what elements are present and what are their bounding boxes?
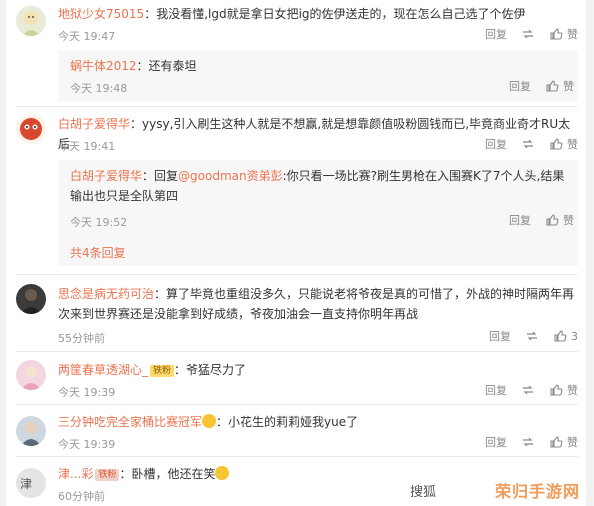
timestamp: 今天 19:52 [70, 216, 128, 229]
mention-link[interactable]: @goodman资弟彭 [178, 169, 283, 183]
reply-box: 白胡子爱得华：回复@goodman资弟彭:你只看一场比赛?刷生男枪在入围赛K了7… [58, 160, 578, 266]
comment-body: ：小花生的莉莉娅我yue了 [216, 415, 359, 429]
comment-list: 地狱少女75015：我没看懂,lgd就是拿日女把ig的佐伊送走的，现在怎么自己选… [6, 0, 586, 506]
like-button[interactable]: 赞 [545, 212, 574, 228]
like-button[interactable]: 赞 [549, 26, 578, 42]
like-button[interactable]: 赞 [549, 136, 578, 152]
reply-body: ：还有泰坦 [136, 59, 197, 73]
divider [16, 404, 578, 405]
avatar[interactable] [16, 360, 46, 390]
reply-button[interactable]: 回复 [489, 328, 511, 344]
comment-text: 思念是病无药可治：算了毕竟也重组没多久，只能说老将爷夜是真的可惜了，外战的神时隔… [58, 284, 578, 304]
thumbs-up-icon [550, 384, 563, 396]
like-button[interactable]: 赞 [545, 78, 574, 94]
thumbs-up-icon [550, 138, 563, 150]
comment-actions: 回复 3 [489, 328, 578, 344]
timestamp: 今天 19:39 [58, 386, 116, 399]
thumbs-up-icon [554, 330, 567, 342]
reply-text: 蜗牛体2012：还有泰坦 [70, 56, 570, 76]
repost-icon[interactable] [525, 329, 539, 343]
timestamp: 55分钟前 [58, 332, 105, 345]
timestamp: 今天 19:41 [58, 140, 116, 153]
source-watermark: 搜狐 [409, 485, 436, 500]
timestamp: 今天 19:47 [58, 30, 116, 43]
repost-icon[interactable] [521, 435, 535, 449]
username-link[interactable]: 三分钟吃完全家桶比赛冠军 [58, 415, 202, 429]
reply-text-line2: 输出也只是全队第四 [70, 189, 179, 203]
avatar[interactable] [16, 6, 46, 36]
laugh-emoji-icon [215, 466, 230, 480]
divider [16, 456, 578, 457]
reply-button[interactable]: 回复 [485, 434, 507, 450]
comment-text: 地狱少女75015：我没看懂,lgd就是拿日女把ig的佐伊送走的，现在怎么自己选… [58, 4, 578, 24]
avatar[interactable]: 津 [16, 468, 46, 498]
reply-actions: 回复 赞 [509, 78, 574, 94]
timestamp: 今天 19:39 [58, 438, 116, 451]
username-link[interactable]: 地狱少女75015 [58, 7, 144, 21]
reply-button[interactable]: 回复 [509, 212, 531, 228]
reply-button[interactable]: 回复 [509, 78, 531, 94]
repost-icon[interactable] [521, 383, 535, 397]
comment-body: ：卧槽，他还在笑 [119, 467, 216, 481]
username-link[interactable]: 思念是病无药可治 [58, 287, 154, 301]
thumbs-up-icon [550, 436, 563, 448]
comment-body: ：算了毕竟也重组没多久，只能说老将爷夜是真的可惜了，外战的神时隔两年再 [154, 287, 575, 301]
divider [16, 274, 578, 275]
comment-actions: 回复 赞 [485, 136, 578, 152]
avatar[interactable] [16, 284, 46, 314]
thumbs-up-icon [546, 80, 559, 92]
reply-box: 蜗牛体2012：还有泰坦 今天 19:48 回复 赞 [58, 50, 578, 102]
thumbs-up-icon [550, 28, 563, 40]
repost-icon[interactable] [521, 137, 535, 151]
username-link[interactable]: 蜗牛体2012 [70, 59, 137, 73]
reply-body: ：回复 [142, 169, 179, 183]
svg-text:津: 津 [20, 477, 32, 491]
avatar[interactable] [16, 416, 46, 446]
comment-text: 三分钟吃完全家桶比赛冠军 ：小花生的莉莉娅我yue了 [58, 412, 578, 432]
divider [16, 351, 578, 352]
reply-text: 白胡子爱得华：回复@goodman资弟彭:你只看一场比赛?刷生男枪在入围赛K了7… [70, 166, 570, 186]
repost-icon[interactable] [521, 27, 535, 41]
like-button[interactable]: 赞 [549, 382, 578, 398]
reply-button[interactable]: 回复 [485, 136, 507, 152]
username-link[interactable]: 两筐春草透湖心_ [58, 363, 148, 377]
comment-body: ：爷猛尽力了 [174, 363, 247, 377]
reply-button[interactable]: 回复 [485, 26, 507, 42]
timestamp: 今天 19:48 [70, 82, 128, 95]
like-button[interactable]: 赞 [549, 434, 578, 450]
comment-actions: 回复 赞 [485, 26, 578, 42]
comment-text-line2: 次来到世界赛还是没能拿到好成绩，爷夜加油会一直支持你明年再战 [58, 307, 419, 321]
emoji-icon [202, 414, 217, 428]
site-watermark: 荣归手游网 [494, 482, 580, 501]
fan-badge: 铁粉 [95, 469, 120, 481]
comment-text: 两筐春草透湖心_ 铁粉 ：爷猛尽力了 [58, 360, 578, 380]
fan-badge: 铁粉 [150, 365, 175, 377]
username-link[interactable]: 白胡子爱得华 [70, 169, 142, 183]
reply-button[interactable]: 回复 [485, 382, 507, 398]
username-link[interactable]: 白胡子爱得华 [58, 117, 130, 131]
avatar[interactable] [16, 114, 46, 144]
like-count: 3 [571, 329, 578, 343]
username-link[interactable]: 津...彩 [58, 467, 93, 481]
more-replies-link[interactable]: 共4条回复 [70, 244, 126, 261]
reply-actions: 回复 赞 [509, 212, 574, 228]
reply-body-cont: :你只看一场比赛?刷生男枪在入围赛K了7个人头,结果 [282, 169, 565, 183]
divider [16, 106, 578, 107]
comment-actions: 回复 赞 [485, 382, 578, 398]
like-button[interactable]: 3 [553, 329, 578, 343]
thumbs-up-icon [546, 214, 559, 226]
timestamp: 60分钟前 [58, 490, 105, 503]
comment-actions: 回复 赞 [485, 434, 578, 450]
comment-body: ：我没看懂,lgd就是拿日女把ig的佐伊送走的，现在怎么自己选了个佐伊 [144, 7, 526, 21]
